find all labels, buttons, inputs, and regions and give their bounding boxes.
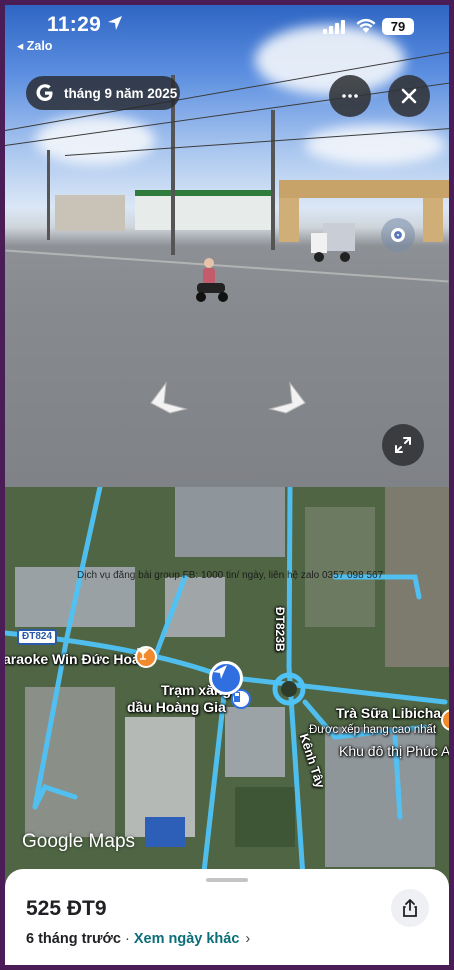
- place-bottom-sheet[interactable]: 525 ĐT9 6 tháng trước · Xem ngày khác ›: [5, 869, 449, 965]
- capture-date-pill[interactable]: tháng 9 năm 2025: [26, 76, 180, 110]
- poi-label-gas-line2[interactable]: dầu Hoàng Gia: [127, 699, 226, 715]
- status-bar: 11:29 ◂ Zalo 79: [5, 5, 449, 57]
- street-view-marker[interactable]: [381, 218, 415, 252]
- road-label-dt823b: ĐT823B: [273, 607, 287, 652]
- separator-dot: ·: [120, 931, 134, 947]
- arrow-right-icon[interactable]: [264, 379, 308, 419]
- cellular-signal-icon: [323, 20, 345, 34]
- more-options-button[interactable]: [329, 75, 371, 117]
- back-to-app-link[interactable]: ◂ Zalo: [17, 38, 52, 53]
- share-icon: [403, 899, 417, 917]
- motorbike-rider: [196, 258, 228, 302]
- capture-date-label: tháng 9 năm 2025: [64, 85, 178, 101]
- app-frame: 11:29 ◂ Zalo 79 tháng 9 năm 2025 Dịch vụ…: [0, 0, 454, 970]
- truck: [311, 223, 355, 262]
- cocktail-icon: [137, 648, 149, 660]
- capture-age: 6 tháng trước: [26, 931, 121, 947]
- building: [55, 195, 125, 231]
- gas-station: [135, 190, 275, 230]
- utility-pole: [271, 110, 275, 250]
- poi-label-karaoke[interactable]: araoke Win Đức Hoà: [5, 651, 140, 667]
- sheet-drag-handle[interactable]: [206, 878, 248, 882]
- current-location-indicator: [209, 661, 243, 695]
- more-horiz-icon: [342, 94, 358, 98]
- poi-label-urban-area[interactable]: Khu đô thị Phúc A: [339, 743, 449, 759]
- google-maps-logo: Google Maps: [22, 831, 136, 852]
- cloud: [305, 125, 445, 165]
- location-services-icon: [108, 16, 122, 30]
- chevron-right-icon[interactable]: ›: [245, 931, 250, 947]
- clock: 11:29: [47, 13, 102, 36]
- place-title: 525 ĐT9: [26, 897, 107, 920]
- fullscreen-button[interactable]: [382, 424, 424, 466]
- close-icon: [401, 88, 417, 104]
- map-view[interactable]: Dịch vụ đăng bài group FB: 1000 tin/ ngà…: [5, 487, 449, 907]
- poi-label-tea[interactable]: Trà Sữa Libicha: [336, 705, 441, 721]
- capture-date-line: 6 tháng trước · Xem ngày khác ›: [26, 931, 250, 947]
- arrow-left-icon[interactable]: [148, 379, 192, 419]
- battery-indicator: 79: [382, 18, 414, 35]
- gas-pump-icon: [234, 692, 240, 702]
- utility-pole: [47, 150, 50, 240]
- watermark-text: Dịch vụ đăng bài group FB: 1000 tin/ ngà…: [77, 570, 384, 581]
- industrial-park-gate: [279, 180, 449, 242]
- fullscreen-icon: [395, 437, 411, 453]
- poi-label-tea-rating: Được xếp hạng cao nhất: [309, 724, 437, 736]
- close-button[interactable]: [388, 75, 430, 117]
- street-view-panorama[interactable]: 11:29 ◂ Zalo 79 tháng 9 năm 2025: [5, 5, 449, 487]
- poi-marker-karaoke[interactable]: [135, 646, 157, 668]
- see-other-dates-link[interactable]: Xem ngày khác: [134, 931, 240, 947]
- wifi-icon: [356, 18, 376, 33]
- route-badge: ĐT824: [17, 629, 58, 645]
- share-button[interactable]: [391, 889, 429, 927]
- heading-arrow-icon: [213, 665, 227, 679]
- google-g-icon: [36, 84, 53, 101]
